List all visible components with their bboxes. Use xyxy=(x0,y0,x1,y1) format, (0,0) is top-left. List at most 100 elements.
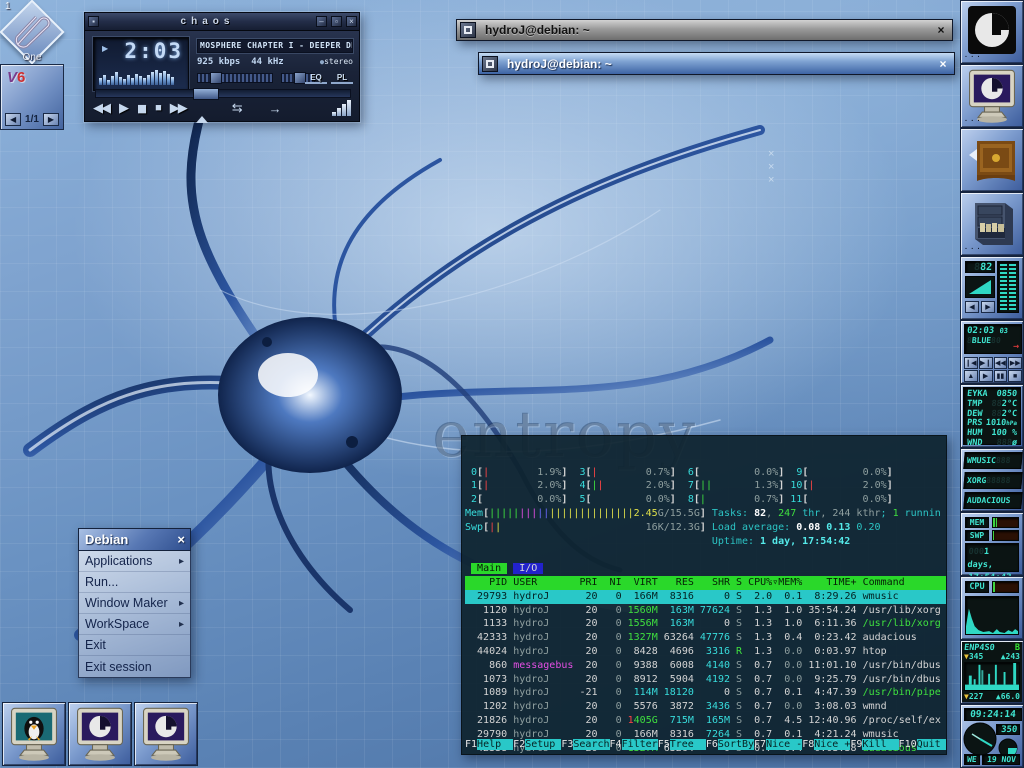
dock-clock-appicon[interactable]: 09:24:14 350 WE 19 NOV xyxy=(960,704,1024,768)
menu-item-exit[interactable]: Exit xyxy=(79,635,190,656)
process-row[interactable]: 860 messagebus 20 0 9388 6008 4140 S 0.7… xyxy=(465,659,946,673)
process-row[interactable]: 1202 hydroJ 20 0 5576 3872 3436 S 0.7 0.… xyxy=(465,700,946,714)
htop-fkey-f5[interactable]: F5 xyxy=(658,739,670,750)
appicon-wmaker-terminal-1[interactable] xyxy=(68,702,132,766)
htop-tab-i/o[interactable]: I/O xyxy=(513,563,543,574)
player-close-button[interactable]: × xyxy=(346,16,357,27)
dock-wmusic-appicon[interactable]: 02:03 03 8BLUE80 → ❙◀ ▶❙ ◀◀ ▶▶ ▲ ▶ ▮▮ ■ xyxy=(960,320,1024,384)
htop-fkey-label[interactable]: Quit xyxy=(917,739,947,750)
dock-terminal-appicon[interactable]: · · · xyxy=(960,64,1024,128)
mixer-next-channel-button[interactable]: ▶ xyxy=(981,301,995,313)
terminal-1-menu-button[interactable] xyxy=(460,22,476,38)
htop-table-header[interactable]: PID USER PRI NI VIRT RES SHR S CPU%▿MEM%… xyxy=(465,576,947,590)
terminal-window-2-titlebar[interactable]: hydroJ@debian: ~ × xyxy=(478,52,955,75)
htop-fkey-f4[interactable]: F4 xyxy=(610,739,622,750)
terminal-window-1-titlebar[interactable]: hydroJ@debian: ~ × xyxy=(456,19,953,41)
wmusic-rewind-button[interactable]: ◀◀ xyxy=(994,357,1008,369)
wmusic-repeat-icon[interactable]: → xyxy=(1013,341,1019,352)
wmusic-stop-button[interactable]: ■ xyxy=(1008,370,1022,382)
dock-mixer-appicon[interactable]: 882 ◀ ▶ xyxy=(960,256,1024,320)
menu-item-workspace[interactable]: WorkSpace▸ xyxy=(79,614,190,635)
player-elapsed-time[interactable]: 2:03 xyxy=(124,39,183,63)
pager-next-button[interactable]: ▶ xyxy=(43,113,59,126)
htop-fkey-label[interactable]: Tree xyxy=(670,739,706,750)
dock-wmnd-appicon[interactable]: ENP4S0 B ▼345 ▲243 xyxy=(960,640,1024,704)
htop-fkey-label[interactable]: Help xyxy=(477,739,513,750)
process-row[interactable]: 1089 hydroJ -21 0 114M 18120 0 S 0.7 0.1… xyxy=(465,686,946,700)
workspace-clip[interactable]: 1 One xyxy=(0,0,64,64)
menu-item-run-[interactable]: Run... xyxy=(79,572,190,593)
next-button[interactable]: ▶▶ xyxy=(170,100,186,116)
htop-fkey-f6[interactable]: F6 xyxy=(706,739,718,750)
pager-prev-button[interactable]: ◀ xyxy=(5,113,21,126)
wmusic-prev-track-button[interactable]: ❙◀ xyxy=(964,357,978,369)
htop-fkey-f9[interactable]: F9 xyxy=(850,739,862,750)
player-shade-button[interactable]: ▫ xyxy=(331,16,342,27)
pause-button[interactable]: ▮▮ xyxy=(137,102,145,115)
appicon-terminal-tux[interactable] xyxy=(2,702,66,766)
process-row[interactable]: 29793 hydroJ 20 0 166M 8316 0 S 2.0 0.1 … xyxy=(465,590,947,604)
wmusic-forward-button[interactable]: ▶▶ xyxy=(1008,357,1022,369)
playlist-button[interactable]: PL xyxy=(331,73,353,84)
htop-fkey-label[interactable]: Setup xyxy=(525,739,561,750)
htop-fkey-label[interactable]: SortBy xyxy=(718,739,754,750)
htop-fkey-f2[interactable]: F2 xyxy=(513,739,525,750)
dock-memory-appicon[interactable]: MEM SWP 0001 days, 17:54:43 xyxy=(960,512,1024,576)
player-titlebar[interactable]: ▪ chaos – ▫ × xyxy=(85,13,359,31)
process-row[interactable]: 1120 hydroJ 20 0 1560M 163M 77624 S 1.3 … xyxy=(465,604,946,618)
htop-fkey-f10[interactable]: F10 xyxy=(899,739,917,750)
htop-terminal-window[interactable]: 0[| 1.9%] 3[| 0.7%] 6[ 0.0%] 9[ 0.0%] 1[… xyxy=(461,435,947,755)
stop-button[interactable]: ■ xyxy=(155,102,160,114)
mixer-prev-channel-button[interactable]: ◀ xyxy=(965,301,979,313)
process-row[interactable]: 42333 hydroJ 20 0 1327M 63264 47776 S 1.… xyxy=(465,631,946,645)
htop-fkey-label[interactable]: Nice - xyxy=(766,739,802,750)
clock-analog-face[interactable] xyxy=(963,722,997,756)
menu-item-applications[interactable]: Applications▸ xyxy=(79,551,190,572)
htop-fkey-label[interactable]: Search xyxy=(573,739,609,750)
menu-close-button[interactable]: × xyxy=(172,532,190,547)
htop-fkey-f1[interactable]: F1 xyxy=(465,739,477,750)
dock-wmtop-appicon[interactable]: WMUSIC888XORG88888AUDACIOUS xyxy=(960,448,1024,512)
menu-item-exit-session[interactable]: Exit session xyxy=(79,656,190,677)
dock-filecabinet-appicon[interactable]: · · · xyxy=(960,192,1024,256)
player-minimize-button[interactable]: – xyxy=(316,16,327,27)
dock-wmaker-appicon[interactable]: · · · xyxy=(960,0,1024,64)
htop-fkey-f8[interactable]: F8 xyxy=(802,739,814,750)
htop-fkey-f7[interactable]: F7 xyxy=(754,739,766,750)
terminal-2-close-button[interactable]: × xyxy=(934,56,952,72)
htop-fkey-f3[interactable]: F3 xyxy=(561,739,573,750)
dock-drawer-appicon[interactable] xyxy=(960,128,1024,192)
htop-fkey-label[interactable]: Kill xyxy=(862,739,898,750)
process-row[interactable]: 44024 hydroJ 20 0 8428 4696 3316 R 1.3 0… xyxy=(465,645,946,659)
dock-weather-appicon[interactable]: EYKA0850 TMP882°CDEW882°CPRS1010hPaHUM10… xyxy=(960,384,1024,448)
terminal-2-menu-button[interactable] xyxy=(482,56,498,72)
wmusic-next-track-button[interactable]: ▶❙ xyxy=(979,357,993,369)
htop-fkey-label[interactable]: Nice + xyxy=(814,739,850,750)
pager-appicon[interactable]: V6 ◀ 1/1 ▶ xyxy=(0,64,64,130)
appicon-wmaker-terminal-2[interactable] xyxy=(134,702,198,766)
htop-tab-main[interactable]: Main xyxy=(471,563,507,574)
menu-titlebar[interactable]: Debian × xyxy=(78,528,191,551)
shuffle-button[interactable]: ⇆ xyxy=(232,100,243,116)
repeat-button[interactable]: → xyxy=(269,101,282,116)
track-title-marquee[interactable]: MOSPHERE CHAPTER I - DEEPER DRL xyxy=(197,39,353,53)
equalizer-button[interactable]: EQ xyxy=(305,73,327,84)
volume-slider[interactable] xyxy=(197,73,273,83)
htop-fkey-label[interactable]: Filter xyxy=(622,739,658,750)
wmusic-eject-button[interactable]: ▲ xyxy=(964,370,978,382)
htop-function-key-bar[interactable]: F1Help F2Setup F3SearchF4FilterF5Tree F6… xyxy=(465,738,947,752)
player-menu-button[interactable]: ▪ xyxy=(88,16,99,27)
wmusic-play-button[interactable]: ▶ xyxy=(979,370,993,382)
seek-bar[interactable] xyxy=(95,89,351,98)
eject-button[interactable] xyxy=(196,99,208,117)
previous-button[interactable]: ◀◀ xyxy=(93,100,109,116)
process-row[interactable]: 1073 hydroJ 20 0 8912 5904 4192 S 0.7 0.… xyxy=(465,673,946,687)
mixer-volume-wedge[interactable] xyxy=(965,276,995,298)
dock-cpu-appicon[interactable]: CPU xyxy=(960,576,1024,640)
menu-item-window-maker[interactable]: Window Maker▸ xyxy=(79,593,190,614)
terminal-1-close-button[interactable]: × xyxy=(932,22,950,38)
wmusic-pause-button[interactable]: ▮▮ xyxy=(994,370,1008,382)
spectrum-analyzer[interactable] xyxy=(99,65,183,85)
process-row[interactable]: 21826 hydroJ 20 0 1405G 715M 165M S 0.7 … xyxy=(465,714,946,728)
play-button[interactable]: ▶ xyxy=(119,100,127,116)
